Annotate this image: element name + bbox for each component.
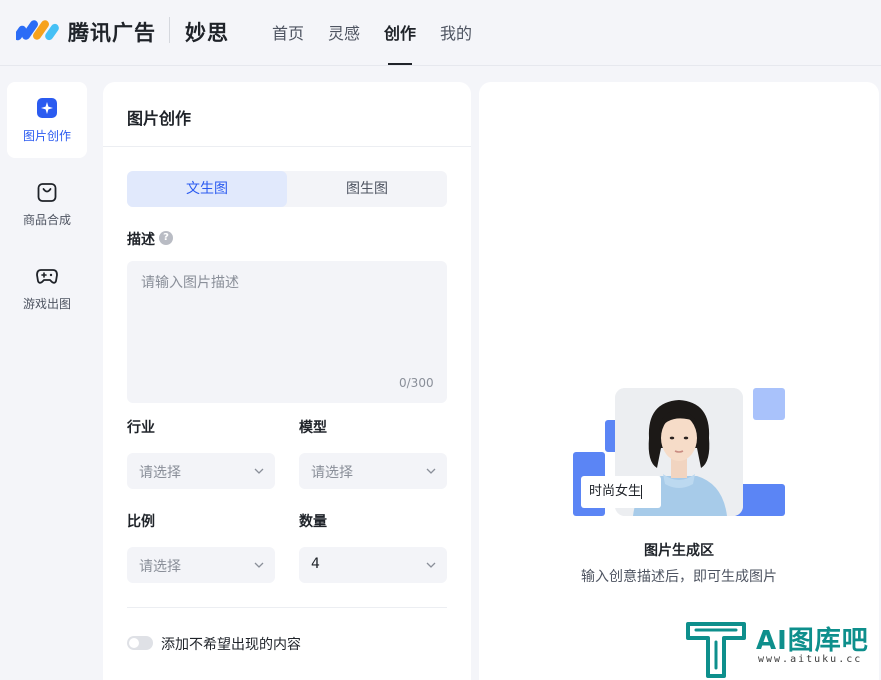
form-divider	[127, 607, 447, 608]
sample-prompt-text: 时尚女生	[589, 484, 642, 499]
nav-home[interactable]: 首页	[272, 20, 304, 44]
nav-create[interactable]: 创作	[384, 20, 416, 44]
generation-illustration: 时尚女生	[573, 388, 785, 516]
count-label: 数量	[299, 514, 327, 530]
watermark-url: www.aituku.cc	[758, 654, 863, 665]
chevron-down-icon	[426, 562, 436, 568]
rail-item-product-compose[interactable]: 商品合成	[7, 166, 87, 242]
help-icon[interactable]: ?	[159, 231, 173, 245]
model-select[interactable]: 请选择	[299, 453, 447, 489]
tencent-ads-logo-icon[interactable]	[16, 17, 62, 43]
nav-active-indicator	[388, 63, 412, 65]
panel-title: 图片创作	[127, 109, 192, 128]
sample-prompt-input: 时尚女生	[581, 476, 661, 508]
creation-form-panel: 图片创作 文生图 图生图 描述 ? 0/300 行业 请选择 模型 请选择 比例…	[103, 82, 471, 680]
tab-image-to-image[interactable]: 图生图	[287, 171, 447, 207]
product-name: 妙思	[185, 21, 229, 45]
shopping-bag-icon	[37, 183, 57, 202]
text-caret	[641, 484, 643, 499]
decor-square	[753, 388, 785, 420]
negative-content-toggle[interactable]	[127, 636, 153, 650]
count-select[interactable]: 4	[299, 547, 447, 583]
rail-label: 游戏出图	[22, 297, 71, 311]
preview-title: 图片生成区	[644, 543, 714, 559]
ratio-label: 比例	[127, 514, 155, 530]
industry-label: 行业	[127, 420, 155, 436]
model-label: 模型	[299, 420, 327, 436]
chevron-down-icon	[426, 468, 436, 474]
description-counter: 0/300	[399, 376, 434, 390]
preview-subtitle: 输入创意描述后，即可生成图片	[581, 569, 777, 585]
top-header: 腾讯广告 妙思 首页 灵感 创作 我的	[0, 0, 881, 66]
select-value: 请选择	[139, 559, 181, 575]
select-value: 4	[311, 556, 320, 572]
brand-divider	[169, 17, 170, 43]
tab-text-to-image[interactable]: 文生图	[127, 171, 287, 207]
panel-divider	[103, 146, 471, 147]
rail-item-image-creation[interactable]: 图片创作	[7, 82, 87, 158]
rail-item-game-images[interactable]: 游戏出图	[7, 250, 87, 326]
select-value: 请选择	[139, 465, 181, 481]
select-value: 请选择	[311, 465, 353, 481]
rail-label: 商品合成	[22, 213, 71, 227]
toggle-knob	[129, 638, 139, 648]
preview-panel: 时尚女生 图片生成区 输入创意描述后，即可生成图片	[479, 82, 879, 680]
nav-mine[interactable]: 我的	[440, 20, 472, 44]
negative-content-label: 添加不希望出现的内容	[161, 637, 301, 653]
rail-label: 图片创作	[22, 129, 71, 143]
chevron-down-icon	[254, 562, 264, 568]
sparkle-icon	[37, 98, 57, 118]
gamepad-icon	[36, 269, 58, 284]
mode-tabs: 文生图 图生图	[127, 171, 447, 207]
brand-name: 腾讯广告	[68, 21, 156, 45]
description-label: 描述	[127, 232, 155, 248]
ratio-select[interactable]: 请选择	[127, 547, 275, 583]
industry-select[interactable]: 请选择	[127, 453, 275, 489]
chevron-down-icon	[254, 468, 264, 474]
nav-inspiration[interactable]: 灵感	[328, 20, 360, 44]
watermark-text: AI图库吧	[756, 626, 869, 656]
